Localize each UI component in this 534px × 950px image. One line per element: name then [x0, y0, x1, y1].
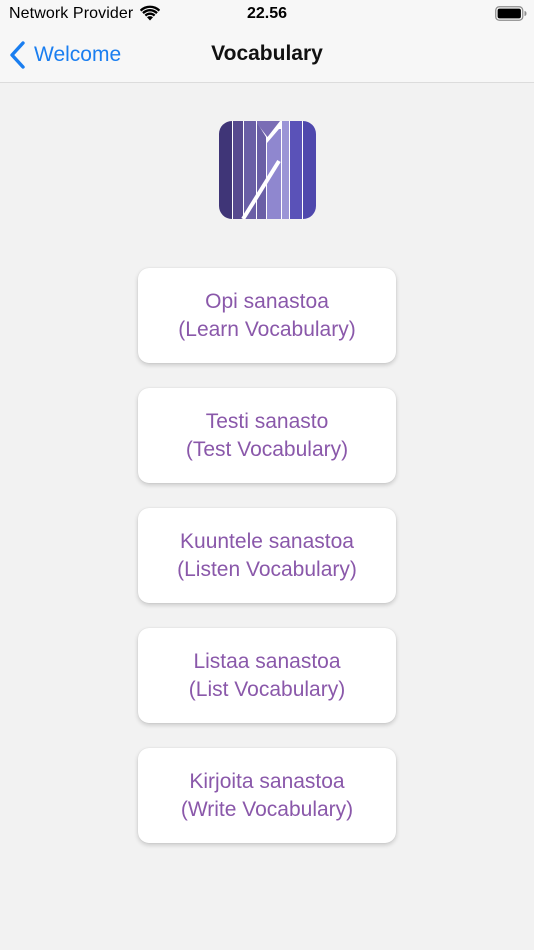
list-vocabulary-button[interactable]: Listaa sanastoa (List Vocabulary) — [138, 628, 396, 723]
navigation-bar: Welcome Vocabulary — [0, 28, 534, 83]
test-vocabulary-button[interactable]: Testi sanasto (Test Vocabulary) — [138, 388, 396, 483]
button-label-english: (Learn Vocabulary) — [178, 317, 356, 341]
listen-vocabulary-button[interactable]: Kuuntele sanastoa (Listen Vocabulary) — [138, 508, 396, 603]
page-title: Vocabulary — [211, 42, 323, 65]
button-label-finnish: Listaa sanastoa — [193, 649, 341, 673]
learn-vocabulary-button[interactable]: Opi sanastoa (Learn Vocabulary) — [138, 268, 396, 363]
button-label-english: (Listen Vocabulary) — [177, 557, 357, 581]
status-bar: Network Provider 22.56 — [0, 0, 534, 28]
clock: 22.56 — [246, 5, 288, 22]
app-logo-icon — [219, 121, 316, 219]
button-label-finnish: Opi sanastoa — [205, 289, 329, 313]
vocabulary-screen: Network Provider 22.56 Welcome Vocabular… — [0, 0, 534, 950]
button-label-english: (Test Vocabulary) — [185, 437, 349, 461]
button-label-english: (List Vocabulary) — [188, 677, 346, 701]
button-label-english: (Write Vocabulary) — [180, 797, 354, 821]
battery-icon — [495, 6, 527, 21]
button-label-finnish: Kirjoita sanastoa — [189, 769, 345, 793]
vocabulary-menu: Opi sanastoa (Learn Vocabulary) Testi sa… — [138, 268, 396, 868]
button-label-finnish: Kuuntele sanastoa — [180, 529, 354, 553]
button-label-finnish: Testi sanasto — [205, 409, 329, 433]
write-vocabulary-button[interactable]: Kirjoita sanastoa (Write Vocabulary) — [138, 748, 396, 843]
